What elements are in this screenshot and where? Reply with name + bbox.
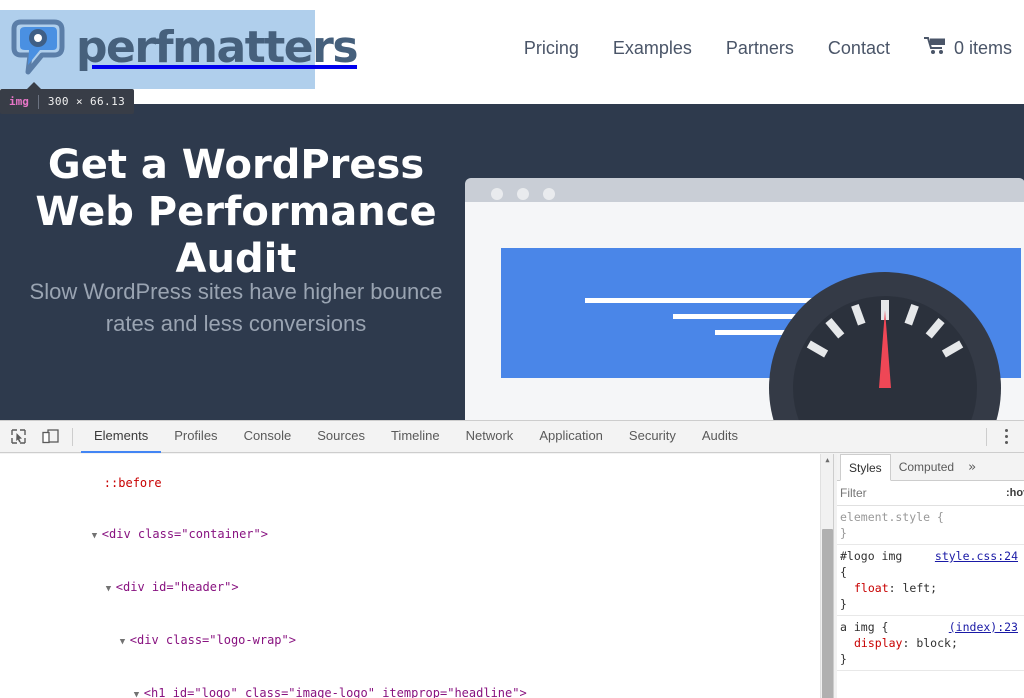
hero-heading: Get a WordPress Web Performance Audit — [26, 142, 446, 282]
styles-pane: Styles Computed » :hov .cls element.styl… — [834, 454, 1024, 698]
css-close-brace-2: } — [840, 596, 1018, 612]
styles-filter-bar: :hov .cls — [834, 481, 1024, 506]
tab-profiles[interactable]: Profiles — [161, 421, 230, 453]
devtools-tab-bar: Elements Profiles Console Sources Timeli… — [81, 421, 751, 453]
css-selector-element-style: element.style { — [840, 509, 1018, 525]
dom-line-h1-logo[interactable]: ▼<h1 id="logo" class="image-logo" itempr… — [0, 668, 833, 698]
tooltip-dimensions: 300 × 66.13 — [48, 95, 125, 108]
css-value-display[interactable]: block; — [916, 636, 958, 650]
site-header: perfmatters Pricing Examples Partners Co… — [0, 0, 1024, 104]
web-page-viewport: perfmatters Pricing Examples Partners Co… — [0, 0, 1024, 420]
css-close-brace-3: } — [840, 651, 1018, 667]
dom-header-text: <div id="header"> — [116, 580, 239, 594]
tab-network[interactable]: Network — [453, 421, 527, 453]
expand-arrow-icon[interactable]: ▼ — [134, 687, 144, 698]
dom-logowrap-text: <div class="logo-wrap"> — [130, 633, 296, 647]
inspect-element-icon[interactable] — [4, 423, 32, 451]
toolbar-divider-right — [986, 428, 987, 446]
cart-link[interactable]: 0 items — [924, 36, 1012, 60]
dom-line-logowrap[interactable]: ▼<div class="logo-wrap"> — [0, 615, 833, 668]
scrollbar-thumb[interactable] — [822, 529, 833, 698]
css-selector-logo-img[interactable]: #logo img — [840, 549, 902, 563]
nav-item-pricing[interactable]: Pricing — [524, 38, 579, 59]
css-rule-logo-img[interactable]: #logo img style.css:24 { float: left; } — [834, 545, 1024, 616]
dom-pseudo-before-text: ::before — [104, 476, 162, 490]
devtools-toolbar: Elements Profiles Console Sources Timeli… — [0, 421, 1024, 453]
dom-line-pseudo-before[interactable]: ::before — [0, 458, 833, 509]
browser-speedometer-illustration — [465, 178, 1024, 420]
tab-audits[interactable]: Audits — [689, 421, 751, 453]
tooltip-divider — [38, 95, 39, 109]
css-open-brace: { — [840, 564, 1018, 580]
device-toolbar-icon[interactable] — [36, 423, 64, 451]
perfmatters-logo-icon — [8, 17, 70, 79]
styles-tab-bar: Styles Computed » — [834, 454, 1024, 481]
devtools-element-size-tooltip: img 300 × 66.13 — [0, 89, 134, 114]
logo-wordmark: perfmatters — [76, 26, 357, 70]
css-declaration-float[interactable]: float: left; — [840, 580, 1018, 596]
hero-subheading: Slow WordPress sites have higher bounce … — [26, 276, 446, 340]
css-rule-a-img[interactable]: a img { (index):23 display: block; } — [834, 616, 1024, 671]
expand-arrow-icon[interactable]: ▼ — [106, 581, 116, 598]
expand-arrow-icon[interactable]: ▼ — [120, 634, 130, 651]
tab-application[interactable]: Application — [526, 421, 616, 453]
css-source-link-index[interactable]: (index):23 — [949, 619, 1018, 635]
css-property-display[interactable]: display — [840, 636, 902, 650]
tooltip-tag-name: img — [9, 95, 29, 108]
styles-filter-input[interactable] — [840, 486, 995, 500]
cart-item-count-label: 0 items — [954, 38, 1012, 59]
css-close-brace: } — [840, 525, 1018, 541]
tab-computed[interactable]: Computed — [891, 454, 962, 480]
site-logo-link[interactable]: perfmatters — [8, 14, 308, 82]
css-rule-element-style[interactable]: element.style { } — [834, 506, 1024, 545]
tab-elements[interactable]: Elements — [81, 421, 161, 453]
dom-line-container[interactable]: ▼<div class="container"> — [0, 509, 833, 562]
nav-item-examples[interactable]: Examples — [613, 38, 692, 59]
shopping-cart-icon — [924, 36, 946, 60]
dom-tree-scrollbar[interactable]: ▲ — [820, 454, 833, 698]
dom-tree-pane[interactable]: ::before ▼<div class="container"> ▼<div … — [0, 454, 833, 698]
toolbar-divider — [72, 428, 73, 446]
devtools-toolbar-right — [978, 421, 1024, 453]
styles-pane-scroll-edge — [834, 454, 837, 698]
css-property-float[interactable]: float — [840, 581, 889, 595]
dom-container-text: <div class="container"> — [102, 527, 268, 541]
css-source-link[interactable]: style.css:24 — [935, 548, 1018, 564]
nav-item-contact[interactable]: Contact — [828, 38, 890, 59]
tab-security[interactable]: Security — [616, 421, 689, 453]
tab-styles[interactable]: Styles — [840, 454, 891, 481]
primary-navigation: Pricing Examples Partners Contact 0 item… — [524, 36, 1012, 60]
tab-console[interactable]: Console — [231, 421, 305, 453]
more-tabs-chevron-icon[interactable]: » — [962, 454, 982, 480]
kebab-menu-icon[interactable] — [995, 423, 1018, 450]
expand-arrow-icon[interactable]: ▼ — [92, 528, 102, 545]
force-state-hov-button[interactable]: :hov — [1003, 486, 1024, 500]
hero-section: Get a WordPress Web Performance Audit Sl… — [0, 104, 1024, 420]
dom-line-header[interactable]: ▼<div id="header"> — [0, 562, 833, 615]
css-declaration-display[interactable]: display: block; — [840, 635, 1018, 651]
nav-item-partners[interactable]: Partners — [726, 38, 794, 59]
scroll-up-arrow-icon[interactable]: ▲ — [821, 454, 833, 467]
devtools-body: ::before ▼<div class="container"> ▼<div … — [0, 454, 1024, 698]
tab-timeline[interactable]: Timeline — [378, 421, 453, 453]
css-value-float[interactable]: left; — [902, 581, 937, 595]
tab-sources[interactable]: Sources — [304, 421, 378, 453]
css-rules-list: element.style { } #logo img style.css:24… — [834, 506, 1024, 671]
css-selector-a-img[interactable]: a img { — [840, 620, 888, 634]
devtools-panel: Elements Profiles Console Sources Timeli… — [0, 420, 1024, 698]
dom-h1-text: <h1 id="logo" class="image-logo" itempro… — [144, 686, 527, 698]
